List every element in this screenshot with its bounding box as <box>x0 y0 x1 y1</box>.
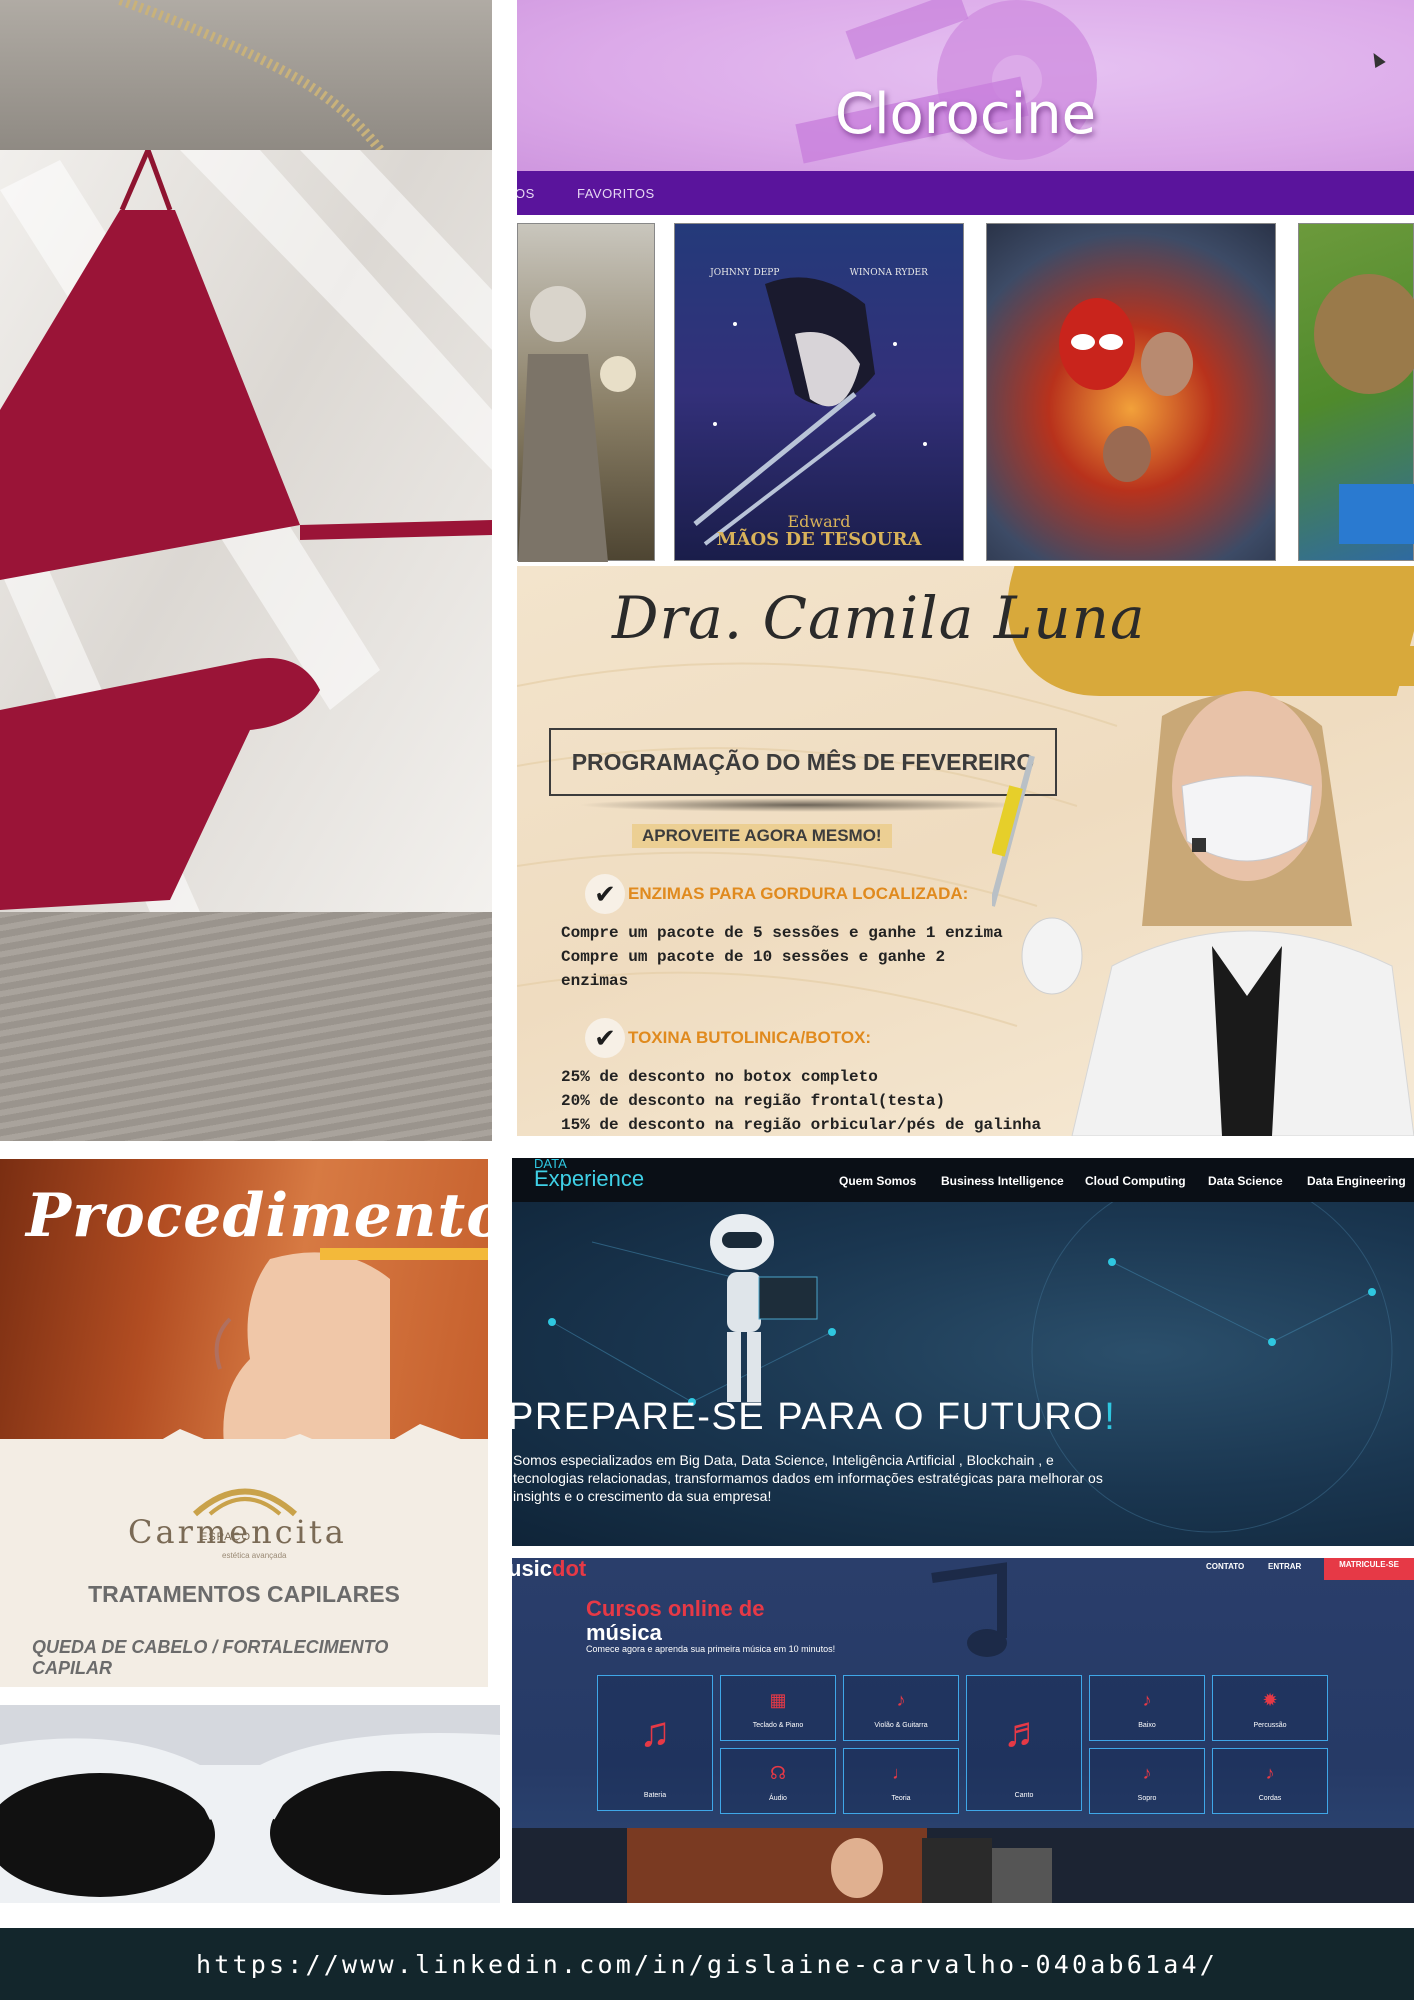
nav-item-contato[interactable]: CONTATO <box>1206 1562 1244 1571</box>
offer-line: Compre um pacote de 10 sessões e ganhe 2 <box>561 948 946 966</box>
brand-logo: Carmencita <box>128 1513 347 1551</box>
course-card-percussao[interactable]: ✹ Percussão <box>1212 1675 1328 1741</box>
top-nav: DATA Experience Quem Somos Business Inte… <box>512 1158 1414 1202</box>
spider-man-icon <box>1059 298 1193 482</box>
violin-icon: ♪ <box>1265 1763 1275 1783</box>
section-heading-botox: TOXINA BUTOLINICA/BOTOX: <box>628 1028 872 1047</box>
hero-title-second: música <box>586 1620 662 1645</box>
animated-character-icon <box>1314 274 1414 544</box>
nav-item-cloud-computing[interactable]: Cloud Computing <box>1085 1174 1186 1188</box>
hero-headline: PREPARE-SE PARA O FUTURO! <box>512 1396 1117 1438</box>
studio-photo-icon <box>627 1828 1052 1903</box>
sunglasses-photo-tile <box>0 1705 500 1903</box>
edward-face-icon <box>693 277 927 546</box>
video-strip <box>512 1828 1414 1903</box>
saxophone-icon: ♪ <box>1142 1763 1152 1783</box>
poster-title: Edward MÃOS DE TESOURA <box>716 512 922 551</box>
nav-item-data-science[interactable]: Data Science <box>1208 1174 1283 1188</box>
footer-bar: https://www.linkedin.com/in/gislaine-car… <box>0 1928 1414 2000</box>
box-shadow <box>577 798 1027 812</box>
drum-icon: ♫ <box>639 1708 671 1755</box>
carmencita-logo-icon <box>192 1488 298 1517</box>
linkedin-url-link[interactable]: https://www.linkedin.com/in/gislaine-car… <box>0 1950 1414 1979</box>
promo-subheading: APROVEITE AGORA MESMO! <box>632 824 892 848</box>
section-subheading: QUEDA DE CABELO / FORTALECIMENTO CAPILAR <box>32 1637 389 1678</box>
promo-heading-box: PROGRAMAÇÃO DO MÊS DE FEVEREIRO <box>549 728 1057 796</box>
sand-background-bottom <box>0 912 492 1141</box>
brand-logo[interactable]: usicdot <box>512 1558 586 1582</box>
bikini-icon <box>0 150 492 912</box>
nav-item-favoritos[interactable]: FAVORITOS <box>577 186 655 201</box>
gold-chain-decoration <box>118 0 384 150</box>
doctor-portrait-icon <box>992 691 1414 1136</box>
guitar-icon: ♪ <box>896 1690 906 1710</box>
course-card-cordas[interactable]: ♪ Cordas <box>1212 1748 1328 1814</box>
keyboard-icon: ▦ <box>769 1690 787 1710</box>
nav-item-truncated[interactable]: OS <box>517 186 535 201</box>
wizard-figure-icon <box>518 286 636 562</box>
hero-subtitle: Comece agora e aprenda sua primeira músi… <box>586 1644 836 1654</box>
sunglasses-icon <box>0 1733 500 1903</box>
microphone-icon: ♬ <box>1003 1708 1045 1755</box>
page-title: Clorocine <box>834 82 1097 147</box>
check-icon: ✔ <box>585 1018 625 1058</box>
bikini-photo-tile <box>0 0 492 1141</box>
hero-title: Cursos online de <box>586 1596 765 1621</box>
doctor-signature: Dra. Camila Luna <box>612 584 1146 652</box>
poster-edward-maos-de-tesoura[interactable]: JOHNNY DEPP WINONA RYDER Edward MÃOS DE … <box>674 223 964 561</box>
course-card-audio[interactable]: ☊ Áudio <box>720 1748 836 1814</box>
nav-item-data-engineering[interactable]: Data Engineering <box>1307 1174 1406 1188</box>
course-card-baixo[interactable]: ♪ Baixo <box>1089 1675 1205 1741</box>
headphones-icon: ☊ <box>770 1763 786 1783</box>
course-card-canto[interactable]: ♬ Canto <box>966 1675 1082 1811</box>
matricule-button[interactable]: MATRICULE-SE <box>1324 1558 1414 1580</box>
offer-line: 25% de desconto no botox completo <box>561 1068 878 1086</box>
accent-bar <box>320 1248 488 1260</box>
procedimentos-promo-tile: Procedimentos ESPAÇO Carmencita estética… <box>0 1159 488 1687</box>
bass-icon: ♪ <box>1142 1690 1152 1710</box>
course-card-violao[interactable]: ♪ Violão & Guitarra <box>843 1675 959 1741</box>
offer-line: 20% de desconto na região frontal(testa) <box>561 1092 946 1110</box>
nav-item-quem-somos[interactable]: Quem Somos <box>839 1174 916 1188</box>
poster-lord-of-the-rings[interactable] <box>517 223 655 562</box>
nav-item-entrar[interactable]: ENTRAR <box>1268 1562 1301 1571</box>
camila-luna-promo-tile: Dra. Camila Luna PROGRAMAÇÃO DO MÊS DE F… <box>517 566 1414 1136</box>
poster-row: JOHNNY DEPP WINONA RYDER Edward MÃOS DE … <box>517 215 1414 562</box>
offer-line: 15% de desconto na região orbicular/pés … <box>561 1116 1042 1134</box>
music-note-icon <box>931 1562 1007 1657</box>
poster-spider-man[interactable] <box>986 223 1276 561</box>
music-stand-icon: ♩ <box>892 1763 910 1783</box>
nav-item-business-intelligence[interactable]: Business Intelligence <box>941 1174 1064 1188</box>
offer-line: enzimas <box>561 972 629 990</box>
course-card-teclado[interactable]: ▦ Teclado & Piano <box>720 1675 836 1741</box>
hero-paragraph: Somos especializados em Big Data, Data S… <box>513 1452 1103 1504</box>
poster-animated[interactable] <box>1298 223 1414 561</box>
robot-icon <box>710 1214 818 1402</box>
music-dot-screenshot-tile: usicdot CONTATO ENTRAR MATRICULE-SE Curs… <box>512 1558 1414 1903</box>
clorocine-screenshot-tile: Clorocine OS FAVORITOS JOHNNY DEPP WINON… <box>517 0 1414 562</box>
clorocine-nav: OS FAVORITOS <box>517 171 1414 215</box>
brand-logo[interactable]: Experience <box>534 1166 644 1192</box>
offer-line: Compre um pacote de 5 sessões e ganhe 1 … <box>561 924 1003 942</box>
page-title: Procedimentos <box>26 1181 488 1251</box>
percussion-icon: ✹ <box>1262 1690 1278 1710</box>
course-card-teoria[interactable]: ♩ Teoria <box>843 1748 959 1814</box>
logo-tagline: estética avançada <box>222 1551 287 1560</box>
course-card-bateria[interactable]: ♫ Bateria <box>597 1675 713 1811</box>
section-heading-enzimas: ENZIMAS PARA GORDURA LOCALIZADA: <box>628 884 969 903</box>
check-icon: ✔ <box>585 874 625 914</box>
course-card-sopro[interactable]: ♪ Sopro <box>1089 1748 1205 1814</box>
data-experience-screenshot-tile: DATA Experience Quem Somos Business Inte… <box>512 1158 1414 1546</box>
section-heading: TRATAMENTOS CAPILARES <box>88 1581 400 1607</box>
